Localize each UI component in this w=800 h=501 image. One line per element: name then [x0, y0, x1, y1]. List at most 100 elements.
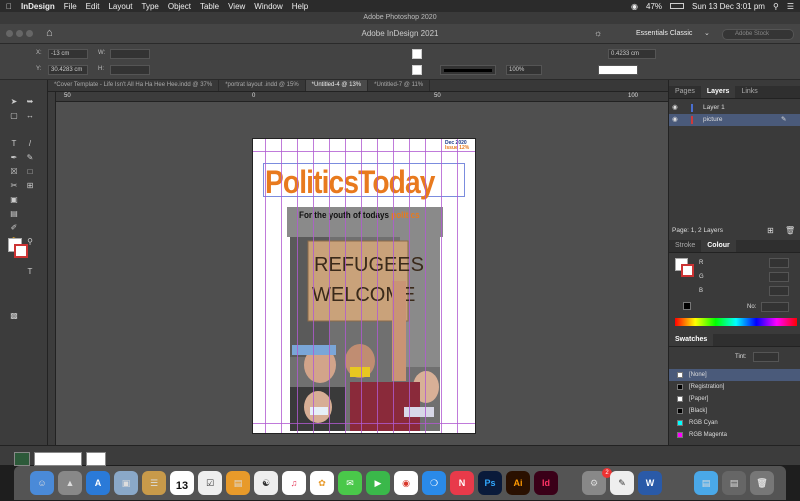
doc-tab-untitled-7[interactable]: *Untitled-7 @ 11%	[368, 80, 431, 91]
battery-icon[interactable]	[670, 3, 685, 9]
stroke-style-field[interactable]	[440, 65, 496, 75]
tab-stroke[interactable]: Stroke	[669, 240, 701, 252]
page-tool-icon[interactable]: ▢	[8, 110, 20, 122]
menu-layout[interactable]: Layout	[108, 2, 132, 11]
chrome-icon[interactable]: ◉	[394, 471, 418, 495]
eyedropper-tool-icon[interactable]: ✐	[8, 222, 20, 234]
scale-field[interactable]: 100%	[506, 65, 542, 75]
menu-table[interactable]: Table	[200, 2, 219, 11]
swatch-row[interactable]: RGB Magenta	[669, 429, 800, 441]
tab-colour[interactable]: Colour	[701, 240, 736, 252]
eye-icon[interactable]: ◉	[672, 114, 678, 126]
channel-r-field[interactable]	[769, 258, 789, 268]
trash-icon[interactable]: 🗑	[785, 226, 795, 235]
tab-swatches[interactable]: Swatches	[669, 334, 714, 346]
tab-layers[interactable]: Layers	[700, 86, 736, 98]
finder-icon[interactable]: ☺	[30, 471, 54, 495]
safari-icon[interactable]: ❍	[422, 471, 446, 495]
stroke-swatch-icon[interactable]	[412, 65, 422, 75]
swatch-row[interactable]: [Registration]	[669, 381, 800, 393]
pencil-tool-icon[interactable]: ✎	[24, 152, 36, 164]
stock-search-input[interactable]: Adobe Stock	[722, 29, 794, 40]
stroke-weight-field[interactable]: 0.4233 cm	[608, 49, 656, 59]
preview-box[interactable]	[34, 452, 82, 466]
fill-stroke-control[interactable]	[8, 238, 28, 258]
black-swatch[interactable]	[683, 302, 691, 310]
color-swatch[interactable]	[14, 452, 30, 466]
menu-object[interactable]: Object	[168, 2, 191, 11]
workspace-switcher[interactable]: Essentials Classic	[636, 30, 692, 37]
fill-swatch-icon[interactable]	[412, 49, 422, 59]
note-tool-icon[interactable]: ▤	[8, 208, 20, 220]
selection-tool-icon[interactable]: ➤	[8, 96, 20, 108]
menu-edit[interactable]: Edit	[86, 2, 100, 11]
apple-icon[interactable]: 	[6, 2, 12, 11]
pen-icon[interactable]: ✎	[781, 114, 786, 126]
preview-box[interactable]	[86, 452, 106, 466]
control-center-icon[interactable]: ☰	[787, 2, 794, 11]
preview-icon[interactable]: ▣	[114, 471, 138, 495]
facetime-icon[interactable]: ▶	[366, 471, 390, 495]
menu-file[interactable]: File	[64, 2, 77, 11]
channel-g-field[interactable]	[769, 272, 789, 282]
formatting-text-icon[interactable]: T	[24, 266, 36, 278]
tab-pages[interactable]: Pages	[669, 86, 701, 98]
music-icon[interactable]: ♫	[282, 471, 306, 495]
scissors-tool-icon[interactable]: ✂	[8, 180, 20, 192]
x-field[interactable]: -13 cm	[48, 49, 88, 59]
new-layer-icon[interactable]: ⊞	[767, 226, 774, 235]
color-spectrum[interactable]	[675, 318, 797, 326]
layer-row-picture[interactable]: ◉ picture ✎	[669, 114, 800, 126]
trash-icon[interactable]: 🗑	[750, 471, 774, 495]
indesign-icon[interactable]: Id	[534, 471, 558, 495]
books-icon[interactable]: ▤	[226, 471, 250, 495]
chevron-down-icon[interactable]: ⌄	[704, 29, 710, 37]
y-field[interactable]: 30.4283 cm	[48, 65, 88, 75]
messages-icon[interactable]: ✉	[338, 471, 362, 495]
reminders-icon[interactable]: ☑	[198, 471, 222, 495]
menu-type[interactable]: Type	[142, 2, 159, 11]
normal-view-icon[interactable]: ▩	[8, 310, 20, 322]
rectangle-frame-tool-icon[interactable]: ☒	[8, 166, 20, 178]
battery-percent[interactable]: 47%	[646, 2, 662, 11]
gap-tool-icon[interactable]: ↔	[24, 110, 36, 122]
h-field[interactable]	[110, 65, 150, 75]
eye-icon[interactable]: ◉	[672, 102, 678, 114]
document-icon[interactable]: ▤	[722, 471, 746, 495]
tab-links[interactable]: Links	[735, 86, 763, 98]
swatch-row[interactable]: RGB Cyan	[669, 417, 800, 429]
doc-tab-untitled-4[interactable]: *Untitled-4 @ 13%	[305, 80, 369, 91]
wifi-icon[interactable]: ◉	[631, 2, 638, 11]
menu-view[interactable]: View	[228, 2, 245, 11]
doc-tab-cover-template[interactable]: *Cover Template - Life Isn't All Ha Ha H…	[48, 80, 220, 91]
channel-b-field[interactable]	[769, 286, 789, 296]
pen-tool-icon[interactable]: ✒	[8, 152, 20, 164]
type-tool-icon[interactable]: T	[8, 138, 20, 150]
notes-icon[interactable]: ☰	[142, 471, 166, 495]
app-store-icon[interactable]: A	[86, 471, 110, 495]
clock[interactable]: Sun 13 Dec 3:01 pm	[692, 2, 765, 11]
photos-app-icon[interactable]: ☯	[254, 471, 278, 495]
menu-help[interactable]: Help	[292, 2, 308, 11]
swatch-row[interactable]: [None]	[669, 369, 800, 381]
free-transform-tool-icon[interactable]: ⊞	[24, 180, 36, 192]
menu-app-name[interactable]: InDesign	[21, 2, 55, 11]
line-tool-icon[interactable]: /	[24, 138, 36, 150]
calendar-icon[interactable]: 13	[170, 471, 194, 495]
layer-row-layer1[interactable]: ◉ Layer 1	[669, 102, 800, 114]
w-field[interactable]	[110, 49, 150, 59]
illustrator-icon[interactable]: Ai	[506, 471, 530, 495]
news-icon[interactable]: N	[450, 471, 474, 495]
doc-tab-portrait-layout[interactable]: *portrat layout .indd @ 15%	[219, 80, 306, 91]
direct-selection-tool-icon[interactable]: ➥	[24, 96, 36, 108]
document-page[interactable]: Dec 2020 Issue 12% PoliticsToday For the…	[252, 138, 476, 434]
gradient-tool-icon[interactable]: ▣	[8, 194, 20, 206]
photos-icon[interactable]: ✿	[310, 471, 334, 495]
swatch-row[interactable]: [Black]	[669, 405, 800, 417]
tint-field[interactable]	[753, 352, 779, 362]
folder-icon[interactable]: ▤	[694, 471, 718, 495]
rectangle-tool-icon[interactable]: □	[24, 166, 36, 178]
launchpad-icon[interactable]: ▲	[58, 471, 82, 495]
photoshop-icon[interactable]: Ps	[478, 471, 502, 495]
lightbulb-icon[interactable]: ☼	[594, 28, 602, 38]
